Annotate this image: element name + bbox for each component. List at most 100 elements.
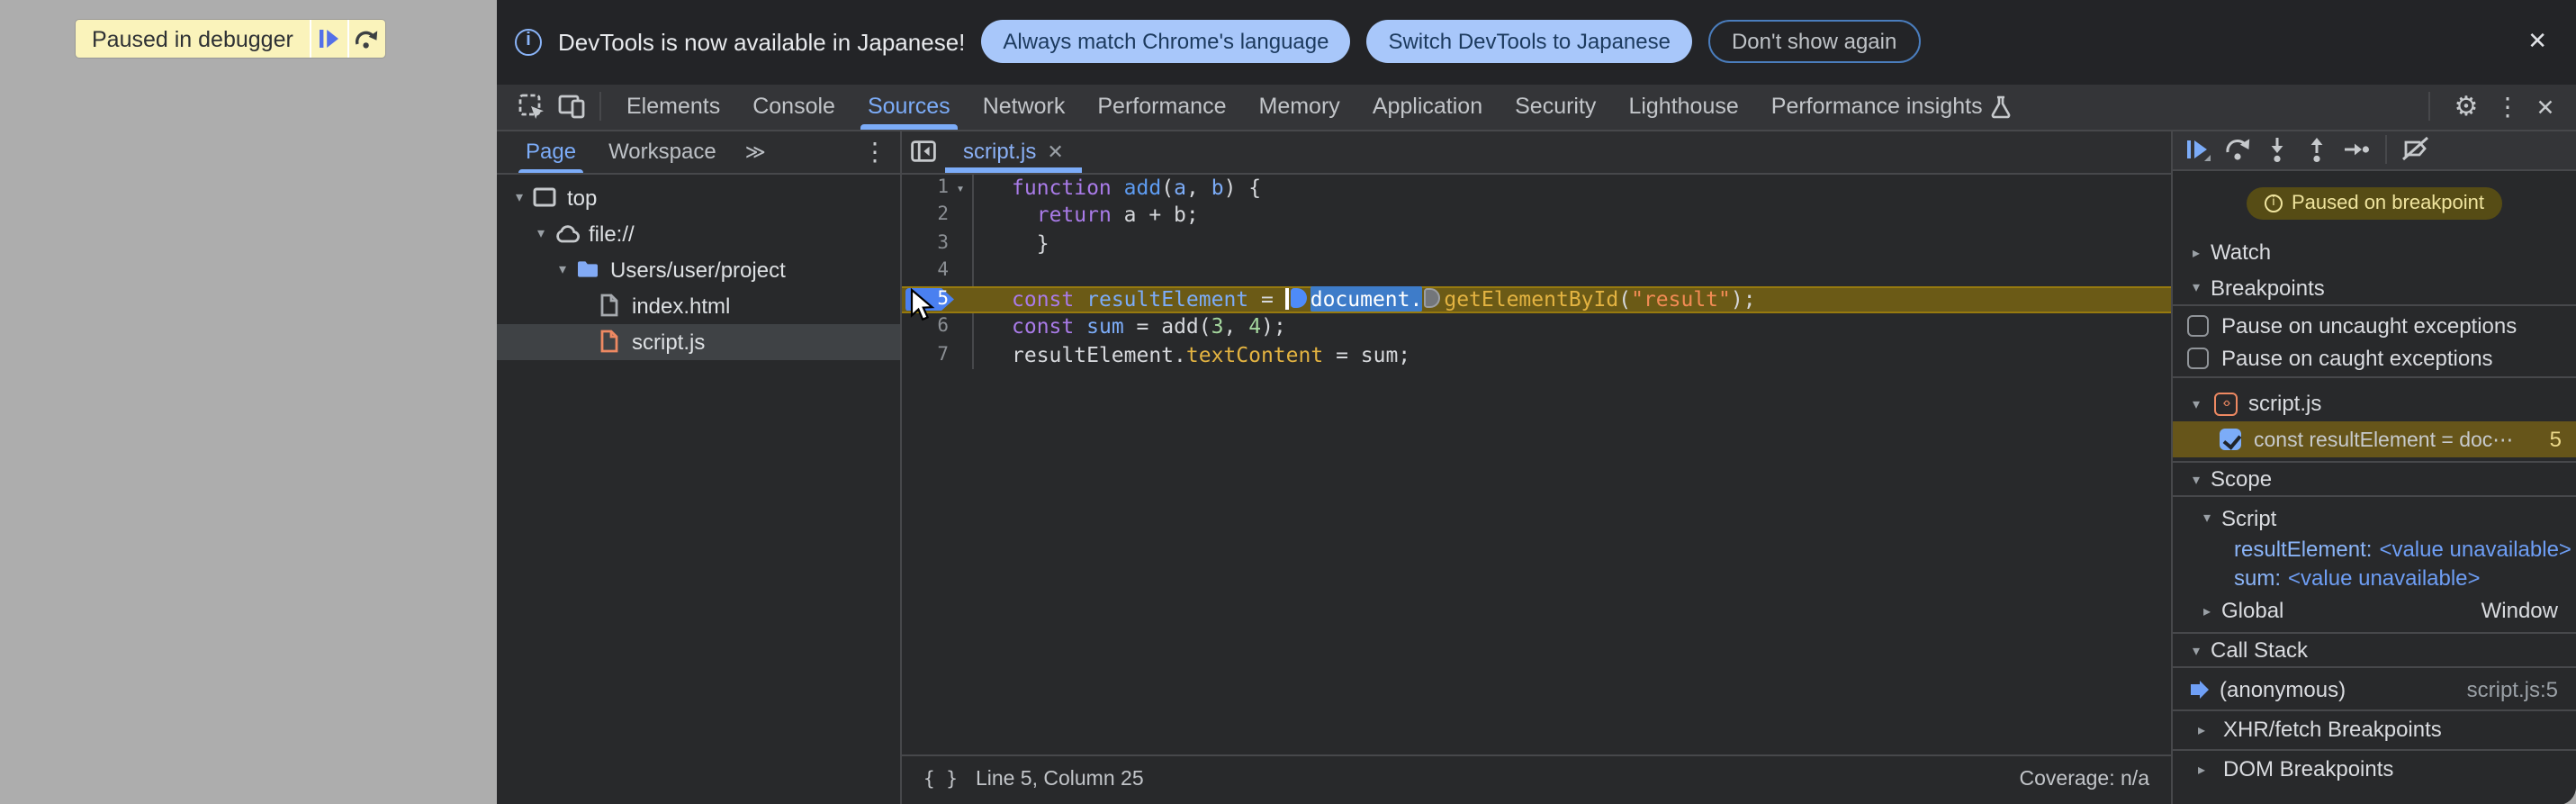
tree-item-users-user-project[interactable]: ▾ Users/user/project	[497, 251, 900, 287]
panel-tab-performance-insights[interactable]: Performance insights	[1755, 84, 2028, 129]
breakpoint-entry-code: const resultElement = doc⋯	[2254, 430, 2514, 452]
code-editor[interactable]: 1 ▾ function add(a, b) {2 return a + b; 3 }…	[902, 174, 2171, 754]
line-number-1[interactable]: 1	[902, 174, 949, 202]
inspect-element-icon[interactable]	[511, 86, 551, 126]
code-line-1[interactable]: 1 ▾ function add(a, b) {	[902, 174, 2171, 202]
panel-tab-label: Console	[752, 94, 835, 119]
step-out-icon[interactable]	[2297, 132, 2337, 168]
scope-variable-row[interactable]: resultElement: <value unavailable>	[2173, 535, 2576, 564]
editor-tab-close-icon[interactable]: ✕	[1047, 140, 1063, 163]
section-scope[interactable]: ▾ Scope	[2173, 461, 2576, 497]
pause-uncaught-exceptions-row[interactable]: Pause on uncaught exceptions	[2173, 310, 2576, 342]
checkbox-unchecked[interactable]	[2187, 348, 2209, 369]
code-line-5[interactable]: 5 const resultElement = document. getEleme…	[902, 285, 2171, 313]
more-tabs-chevron[interactable]: ≫	[745, 140, 766, 163]
token: 3	[1211, 313, 1224, 339]
devtools-window: i DevTools is now available in Japanese!…	[497, 0, 2576, 804]
tab-page[interactable]: Page	[518, 131, 584, 172]
chevron-down-icon: ▾	[558, 261, 566, 277]
panel-tab-application[interactable]: Application	[1356, 84, 1499, 129]
hide-navigator-icon[interactable]	[902, 131, 945, 172]
devtools-close-icon[interactable]: ✕	[2529, 86, 2562, 126]
checkbox-checked[interactable]	[2220, 429, 2241, 450]
scope-script-row[interactable]: ▾ Script	[2173, 501, 2576, 535]
chevron-right-icon: ▸	[2192, 244, 2200, 260]
panel-tab-security[interactable]: Security	[1499, 84, 1612, 129]
step-over-icon[interactable]	[2218, 132, 2257, 168]
panel-tab-elements[interactable]: Elements	[610, 84, 736, 129]
code-text[interactable]: }	[974, 230, 2171, 257]
token: document.	[1310, 285, 1423, 311]
panel-tab-console[interactable]: Console	[736, 84, 851, 129]
code-text[interactable]: return a + b;	[974, 202, 2171, 230]
screen: Paused in debugger i DevTools is now ava…	[0, 0, 2576, 804]
section-dom-breakpoints[interactable]: ▸ DOM Breakpoints	[2173, 751, 2576, 787]
inline-breakpoint-marker-blue[interactable]	[1290, 288, 1307, 308]
token: );	[1730, 285, 1756, 311]
tree-item-script-js[interactable]: script.js	[497, 323, 900, 359]
switch-to-japanese-button[interactable]: Switch DevTools to Japanese	[1366, 20, 1692, 64]
section-watch[interactable]: ▸ Watch	[2173, 234, 2576, 270]
step-over-banner-button[interactable]	[347, 20, 385, 58]
panel-tab-network[interactable]: Network	[967, 84, 1082, 129]
match-chrome-language-button[interactable]: Always match Chrome's language	[981, 20, 1351, 64]
device-toolbar-icon[interactable]	[551, 86, 590, 126]
line-number-2[interactable]: 2	[902, 202, 949, 230]
tree-item-index-html[interactable]: index.html	[497, 287, 900, 323]
section-breakpoints[interactable]: ▾ Breakpoints	[2173, 270, 2576, 306]
line-number-3[interactable]: 3	[902, 230, 949, 257]
code-line-3[interactable]: 3 }	[902, 230, 2171, 257]
language-infobar: i DevTools is now available in Japanese!…	[497, 0, 2576, 84]
deactivate-breakpoints-icon[interactable]	[2396, 132, 2436, 168]
line-number-7[interactable]: 7	[902, 341, 949, 369]
code-text[interactable]	[974, 257, 2171, 285]
token: ,	[1185, 174, 1211, 199]
code-line-6[interactable]: 6 const sum = add(3, 4);	[902, 313, 2171, 341]
panel-tab-memory[interactable]: Memory	[1243, 84, 1356, 129]
code-text[interactable]: const sum = add(3, 4);	[974, 313, 2171, 341]
breakpoint-file-group[interactable]: ▾ ‹› script.js	[2173, 385, 2576, 421]
scope-global-row[interactable]: ▸ Global Window	[2173, 592, 2576, 628]
resume-script-button[interactable]	[309, 20, 347, 58]
navigator-kebab-icon[interactable]: ⋮	[860, 136, 889, 167]
checkbox-unchecked[interactable]	[2187, 315, 2209, 337]
tab-workspace[interactable]: Workspace	[601, 131, 724, 172]
code-text[interactable]: resultElement.textContent = sum;	[974, 341, 2171, 369]
inline-breakpoint-marker-gray[interactable]	[1424, 288, 1441, 308]
resume-script-icon[interactable]	[2178, 132, 2218, 168]
section-call-stack[interactable]: ▾ Call Stack	[2173, 632, 2576, 668]
panel-tab-performance[interactable]: Performance	[1081, 84, 1242, 129]
step-icon[interactable]	[2337, 132, 2376, 168]
section-xhr-breakpoints[interactable]: ▸ XHR/fetch Breakpoints	[2173, 711, 2576, 747]
pause-caught-exceptions-row[interactable]: Pause on caught exceptions	[2173, 342, 2576, 375]
code-line-4[interactable]: 4	[902, 257, 2171, 285]
code-text[interactable]: function add(a, b) {	[974, 174, 2171, 202]
panel-tab-sources[interactable]: Sources	[851, 84, 967, 129]
editor-tab-scriptjs[interactable]: script.js ✕	[945, 131, 1082, 172]
global-label: Global	[2221, 598, 2284, 623]
code-line-2[interactable]: 2 return a + b;	[902, 202, 2171, 230]
fold-arrow-icon[interactable]: ▾	[949, 174, 972, 202]
scope-variable-row[interactable]: sum: <value unavailable>	[2173, 564, 2576, 592]
file-js-icon	[600, 330, 618, 353]
kebab-menu-icon[interactable]: ⋮	[2493, 86, 2522, 126]
token: getElementById	[1444, 285, 1619, 311]
pretty-print-icon[interactable]: { }	[923, 770, 958, 791]
breakpoint-entry-row[interactable]: const resultElement = doc⋯ 5	[2173, 421, 2576, 457]
tree-item-file-[interactable]: ▾ file://	[497, 215, 900, 251]
settings-gear-icon[interactable]: ⚙	[2446, 86, 2486, 126]
line-number-4[interactable]: 4	[902, 257, 949, 285]
step-into-icon[interactable]	[2257, 132, 2297, 168]
code-line-7[interactable]: 7 resultElement.textContent = sum;	[902, 341, 2171, 369]
token: const	[1012, 285, 1075, 311]
tree-item-top[interactable]: ▾ top	[497, 179, 900, 215]
dont-show-again-button[interactable]: Don't show again	[1707, 20, 1921, 64]
token: = add(	[1123, 313, 1211, 339]
panel-tab-lighthouse[interactable]: Lighthouse	[1612, 84, 1754, 129]
tree-item-label: script.js	[632, 329, 706, 354]
chevron-down-icon: ▾	[2192, 642, 2200, 658]
debugger-sidebar: i Paused on breakpoint ▸ Watch ▾ Breakpo…	[2171, 131, 2576, 804]
infobar-close-icon[interactable]: ✕	[2520, 24, 2554, 60]
call-stack-frame-row[interactable]: (anonymous) script.js:5	[2173, 672, 2576, 708]
code-text[interactable]: const resultElement = document. getElemen…	[974, 285, 2171, 313]
